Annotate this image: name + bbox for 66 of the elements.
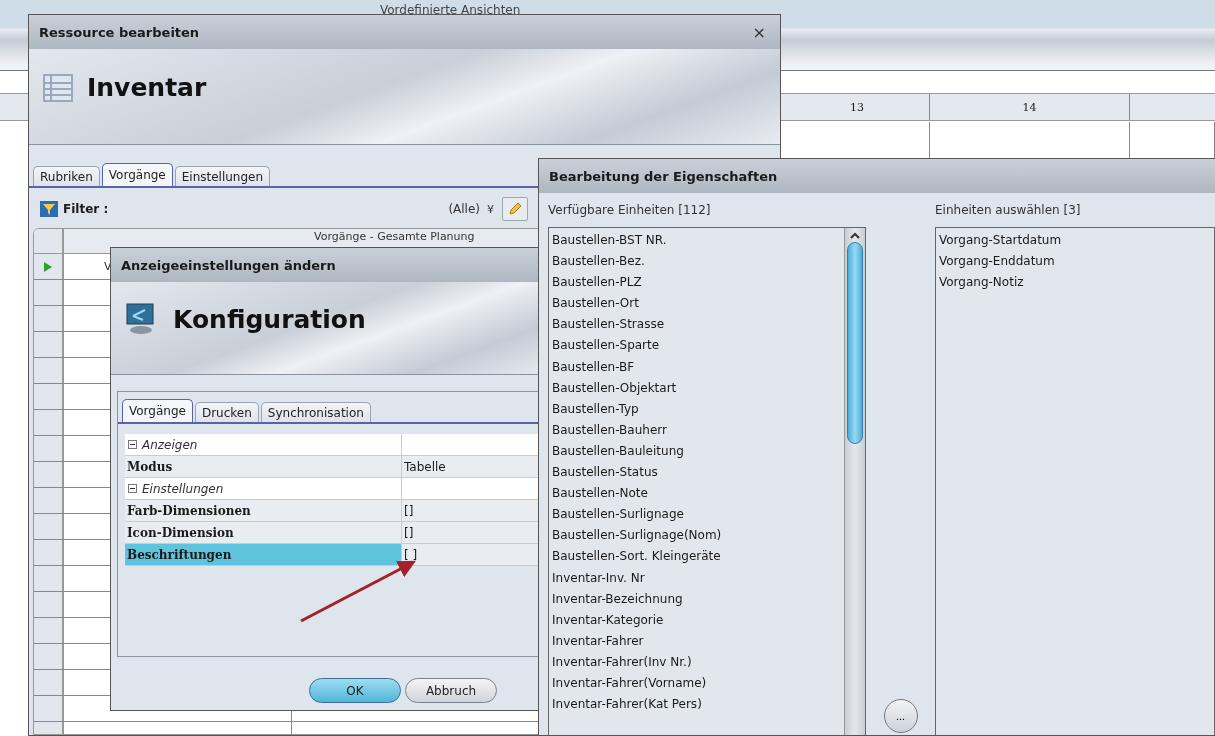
pencil-icon (507, 201, 523, 217)
scroll-up-icon (850, 232, 860, 240)
collapse-icon (128, 484, 137, 493)
list-item[interactable]: Baustellen-Bauleitung (552, 440, 841, 463)
window-title: Anzeigeeinstellungen ändern (121, 257, 337, 273)
list-item[interactable]: Vorgang-Enddatum (939, 251, 1214, 273)
list-item[interactable]: Baustellen-Surlignage(Nom) (552, 525, 841, 547)
list-item[interactable]: Baustellen-Note (552, 483, 841, 505)
filter-label: Filter : (63, 202, 109, 216)
list-item[interactable]: Inventar-Fahrer(Vorname) (552, 672, 841, 695)
column-header: 14 (930, 94, 1130, 120)
tab[interactable]: Synchronisation (260, 402, 371, 422)
filter-icon (39, 200, 59, 218)
current-row-icon (43, 260, 53, 273)
tab[interactable]: Vorgänge (101, 163, 173, 186)
list-item[interactable]: Inventar-Fahrer(Inv Nr.) (552, 651, 841, 673)
list-item[interactable]: Baustellen-BF (552, 356, 841, 378)
list-item[interactable]: Inventar-Kategorie (552, 609, 841, 631)
collapse-icon (128, 440, 137, 449)
cancel-button[interactable]: Abbruch (405, 678, 497, 703)
category-label: Anzeigen (142, 437, 198, 452)
category-label: Einstellungen (142, 481, 224, 496)
filter-value: (Alle) (448, 202, 480, 216)
list-item[interactable]: Baustellen-Surlignage (552, 504, 841, 526)
list-item[interactable]: Inventar-Fahrer (552, 630, 841, 652)
list-label: Verfügbare Einheiten [112] (548, 203, 712, 217)
list-item[interactable]: Baustellen-Bez. (552, 251, 841, 273)
header-title: Konfiguration (173, 304, 366, 334)
list-item[interactable]: Baustellen-Bauherr (552, 419, 841, 441)
more-button[interactable]: ... (883, 699, 918, 733)
property-name[interactable]: Farb-Dimensionen (125, 500, 401, 521)
list-label: Einheiten auswählen [3] (935, 203, 1082, 217)
list-item[interactable]: Baustellen-Strasse (552, 314, 841, 336)
list-item[interactable]: Vorgang-Notiz (939, 272, 1214, 294)
tab[interactable]: Vorgänge (122, 399, 193, 422)
property-name[interactable]: Beschriftungen (125, 544, 401, 565)
edit-filter-button[interactable] (502, 197, 528, 221)
close-button[interactable]: × (748, 22, 770, 42)
list-item[interactable]: Baustellen-Objektart (552, 377, 841, 399)
list-item[interactable]: Inventar-Fahrer(Kat Pers) (552, 694, 841, 716)
property-name[interactable]: Icon-Dimension (125, 522, 401, 543)
list-item[interactable]: Baustellen-Ort (552, 293, 841, 315)
tab[interactable]: Drucken (194, 402, 259, 422)
list-icon (43, 73, 73, 102)
list-item[interactable]: Inventar-Bezeichnung (552, 588, 841, 610)
list-item[interactable]: Baustellen-Status (552, 462, 841, 484)
window-title: Bearbeitung der Eigenschaften (549, 168, 779, 184)
scrollbar[interactable] (844, 228, 865, 735)
list-item[interactable]: Vorgang-Startdatum (939, 230, 1214, 252)
scrollbar-thumb[interactable] (847, 242, 863, 444)
tab[interactable]: Rubriken (33, 166, 100, 186)
chevron-icon[interactable]: ¥ (487, 202, 494, 216)
tab[interactable]: Einstellungen (174, 166, 271, 186)
column-header: 13 (785, 94, 930, 120)
list-item[interactable]: Baustellen-BST NR. (552, 230, 841, 252)
property-name[interactable]: Modus (125, 456, 401, 477)
header-title: Inventar (87, 73, 207, 102)
window-title: Ressource bearbeiten (39, 24, 201, 40)
list-item[interactable]: Baustellen-Typ (552, 398, 841, 420)
list-item[interactable]: Inventar-Inv. Nr (552, 567, 841, 589)
view-label: Vordefinierte Ansichten (380, 3, 521, 17)
list-item[interactable]: Baustellen-Sort. Kleingeräte (552, 546, 841, 568)
ok-button[interactable]: OK (309, 678, 401, 703)
list-item[interactable]: Baustellen-Sparte (552, 335, 841, 357)
list-item[interactable]: Baustellen-PLZ (552, 272, 841, 294)
column-header: Vorgänge - Gesamte Planung (314, 229, 475, 245)
